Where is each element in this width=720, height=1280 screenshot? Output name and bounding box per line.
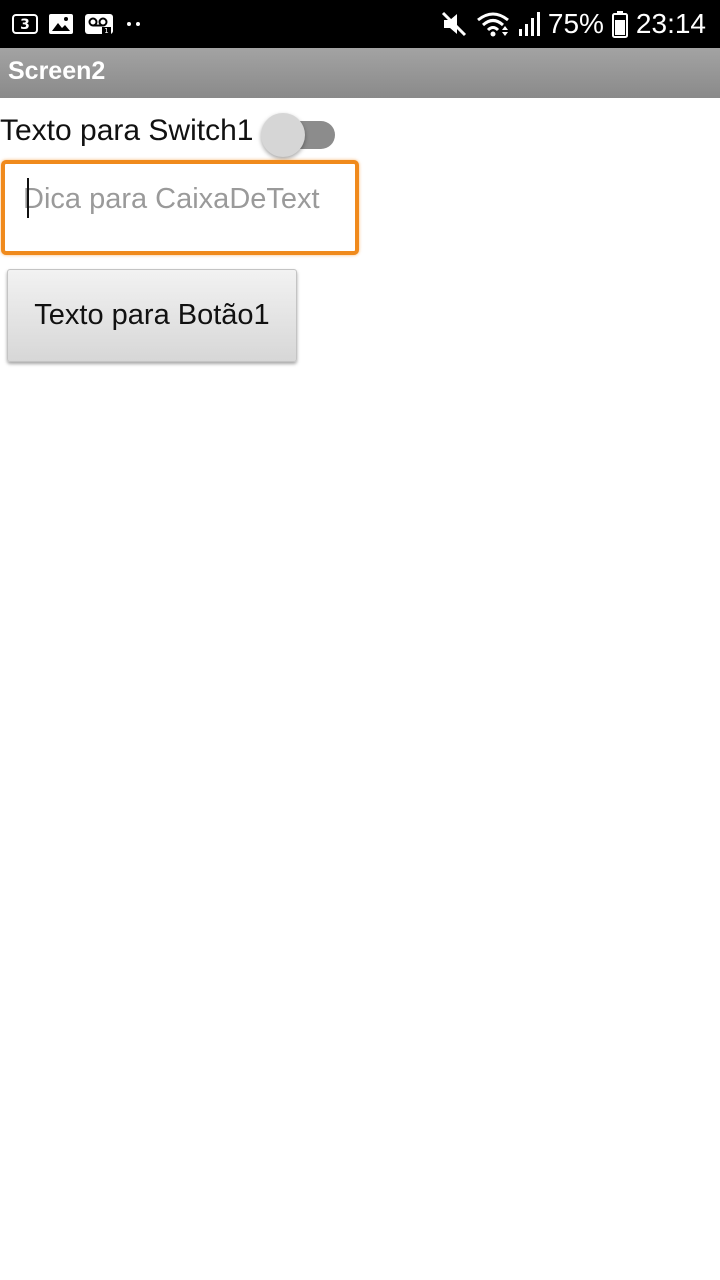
more-dots-icon [124, 19, 144, 29]
signal-icon [518, 11, 540, 37]
carrier-3-icon: 3 [12, 13, 38, 35]
clock: 23:14 [635, 8, 706, 39]
title-bar: Screen2 [0, 48, 720, 98]
svg-text:1: 1 [104, 27, 108, 35]
text-box[interactable] [1, 160, 359, 255]
status-bar-left: 3 1 [12, 10, 144, 38]
image-icon [48, 12, 74, 36]
voicemail-icon: 1 [84, 12, 114, 36]
switch-row: Texto para Switch1 [0, 108, 337, 157]
mute-icon [440, 10, 468, 38]
status-bar-right: 75% 23:14 [440, 6, 706, 42]
switch-label: Texto para Switch1 [0, 114, 254, 147]
screen-title: Screen2 [8, 57, 106, 85]
text-cursor [27, 178, 29, 218]
battery-icon [611, 10, 628, 38]
switch-thumb[interactable] [261, 113, 306, 157]
main-button[interactable]: Texto para Botão1 [7, 269, 297, 362]
wifi-icon [476, 10, 510, 38]
battery-percent: 75% [547, 8, 604, 39]
text-input[interactable] [23, 178, 343, 220]
toggle-switch[interactable] [261, 108, 337, 157]
svg-text:3: 3 [20, 17, 30, 33]
status-bar: 3 1 75% 23:14 [0, 0, 720, 48]
